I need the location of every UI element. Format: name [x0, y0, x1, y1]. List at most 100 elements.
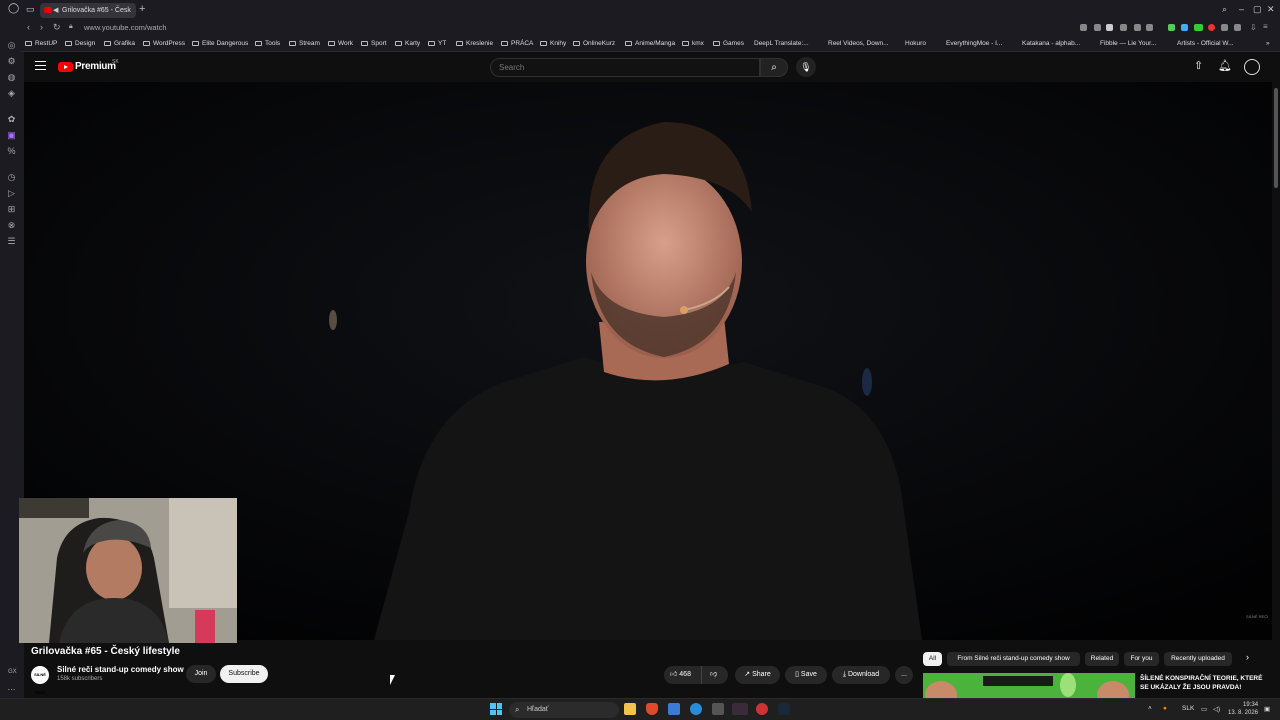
channel-name[interactable]: Silné reči stand-up comedy show	[57, 665, 184, 674]
file-explorer-icon[interactable]	[624, 703, 636, 715]
upload-icon[interactable]: ⇧	[1194, 59, 1203, 72]
volume-icon[interactable]: ◁)	[1213, 705, 1220, 713]
bookmark-item[interactable]: Grafika	[104, 40, 135, 47]
next-video-thumbnail[interactable]	[923, 673, 1135, 698]
search-button[interactable]: ⌕	[760, 58, 788, 77]
sidebar-app-icon[interactable]: ◈	[6, 88, 17, 99]
chevron-right-icon[interactable]: ›	[1246, 652, 1249, 662]
download-icon[interactable]: ⇩	[1250, 23, 1257, 32]
bookmark-item[interactable]: PRÁCA	[501, 40, 533, 47]
bookmark-item[interactable]: EverythingMoe - I...	[946, 40, 1002, 47]
sidebar-app-icon[interactable]: %	[6, 146, 17, 157]
calendar-icon[interactable]	[712, 703, 724, 715]
opera-logo-icon[interactable]: ◯	[8, 3, 19, 14]
next-video-title[interactable]: ŠÍLENÉ KONSPIRAČNÍ TEORIE, KTERÉ SE UKÁZ…	[1140, 674, 1270, 692]
chip-recently-uploaded[interactable]: Recently uploaded	[1164, 652, 1232, 666]
url-field[interactable]: www.youtube.com/watch	[84, 23, 167, 32]
language-indicator[interactable]: SLK	[1182, 705, 1194, 712]
bookmark-item[interactable]: Kreslenie	[456, 40, 493, 47]
sidebar-app-icon[interactable]: ◍	[6, 72, 17, 83]
notifications-bell-icon[interactable]: 🔔︎	[1218, 59, 1232, 72]
sidebar-app-icon[interactable]: ✿	[6, 114, 17, 125]
bookmark-item[interactable]: OnlineKurz	[573, 40, 615, 47]
play-icon[interactable]: ▷	[6, 188, 17, 199]
subscribe-button[interactable]: Subscribe	[220, 665, 268, 683]
bookmark-item[interactable]: Anime/Manga	[625, 40, 675, 47]
youtube-brand[interactable]: Premium	[75, 61, 116, 72]
shield-icon[interactable]	[1106, 24, 1113, 31]
sidebar-app-icon[interactable]: ⊞	[6, 204, 17, 215]
steam-icon[interactable]	[778, 703, 790, 715]
youtube-logo-icon[interactable]	[58, 62, 73, 72]
share-button[interactable]: ↗ Share	[735, 666, 780, 684]
history-icon[interactable]: ◷	[6, 172, 17, 183]
extension-icon[interactable]	[1094, 24, 1101, 31]
scrollbar-thumb[interactable]	[1274, 88, 1278, 188]
extension-icon[interactable]	[1234, 24, 1241, 31]
bookmark-item[interactable]: Tools	[255, 40, 280, 47]
bookmark-item[interactable]: DeepL Translate:...	[754, 40, 809, 47]
extension-icon[interactable]	[1221, 24, 1228, 31]
account-avatar[interactable]	[1244, 59, 1260, 75]
voice-search-button[interactable]: 🎙︎	[796, 57, 816, 77]
join-button[interactable]: Join	[186, 665, 216, 683]
hamburger-menu-icon[interactable]	[35, 61, 46, 70]
app-icon[interactable]	[756, 703, 768, 715]
tray-chevron-icon[interactable]: ˄	[1148, 705, 1152, 712]
tab-list-icon[interactable]: ▭	[26, 4, 35, 15]
back-icon[interactable]: ‹	[27, 22, 30, 32]
more-icon[interactable]: ⋯	[6, 684, 17, 695]
dislike-button[interactable]: 👎︎	[710, 666, 717, 684]
browser-tab[interactable]: ◀ Grilovačka #65 - Česk	[40, 3, 136, 18]
extension-icon[interactable]	[1208, 24, 1215, 31]
chip-related[interactable]: Related	[1085, 652, 1119, 666]
minimize-icon[interactable]: –	[1239, 4, 1244, 14]
speaker-icon[interactable]: ◀	[53, 3, 58, 18]
like-button[interactable]: 👍︎ 468	[670, 666, 691, 684]
forward-icon[interactable]: ›	[40, 22, 43, 32]
extension-icon[interactable]	[1120, 24, 1127, 31]
sidebar-app-icon[interactable]: ⚙	[6, 56, 17, 67]
bookmark-item[interactable]: Fibble — Lie Your...	[1100, 40, 1156, 47]
sidebar-app-icon[interactable]: ⊗	[6, 220, 17, 231]
bookmark-item[interactable]: Stream	[289, 40, 320, 47]
windows-start-icon[interactable]	[490, 703, 502, 715]
bookmark-item[interactable]: Artists - Official W...	[1177, 40, 1234, 47]
mail-icon[interactable]	[690, 703, 702, 715]
app-icon[interactable]	[668, 703, 680, 715]
bookmarks-more-icon[interactable]: »	[1266, 40, 1270, 47]
bookmark-item[interactable]: YT	[428, 40, 446, 47]
bookmark-item[interactable]: Games	[713, 40, 744, 47]
extension-icon[interactable]	[1168, 24, 1175, 31]
extension-icon[interactable]	[1134, 24, 1141, 31]
twitch-icon[interactable]: ▣	[6, 130, 17, 141]
chip-for-you[interactable]: For you	[1124, 652, 1159, 666]
search-input[interactable]: Search	[490, 58, 760, 77]
extension-icon[interactable]	[1181, 24, 1188, 31]
bookmark-item[interactable]: Karty	[395, 40, 420, 47]
bookmark-item[interactable]: WordPress	[143, 40, 185, 47]
taskbar-search[interactable]: ⌕ Hľadať	[509, 702, 619, 718]
channel-avatar[interactable]: SILNÉ REČI	[31, 666, 49, 695]
bookmark-item[interactable]: Katakana - alphab...	[1022, 40, 1080, 47]
opera-gx-icon[interactable]	[732, 703, 748, 715]
page-scrollbar[interactable]	[1272, 82, 1280, 640]
bookmark-item[interactable]: Sport	[361, 40, 387, 47]
lock-icon[interactable]: 🔒︎	[69, 23, 73, 31]
chip-from-channel[interactable]: From Silné reči stand-up comedy show	[947, 652, 1080, 666]
more-actions-button[interactable]: ...	[895, 666, 913, 684]
extension-icon[interactable]	[1146, 24, 1153, 31]
bookmark-item[interactable]: Knihy	[540, 40, 566, 47]
home-icon[interactable]: ◎	[6, 40, 17, 51]
bookmark-item[interactable]: Reel Videos, Down...	[828, 40, 889, 47]
extension-icon[interactable]	[1194, 24, 1203, 31]
search-tabs-icon[interactable]: ⌕	[1222, 4, 1227, 15]
settings-icon[interactable]: ☰	[6, 236, 17, 247]
brave-icon[interactable]	[646, 703, 658, 715]
new-tab-button[interactable]: +	[139, 3, 145, 16]
bookmark-item[interactable]: RestUP	[25, 40, 57, 47]
close-icon[interactable]: ✕	[1267, 4, 1275, 15]
download-button[interactable]: ⤓ Download	[832, 666, 890, 684]
chip-all[interactable]: All	[923, 652, 942, 666]
extension-icon[interactable]	[1080, 24, 1087, 31]
